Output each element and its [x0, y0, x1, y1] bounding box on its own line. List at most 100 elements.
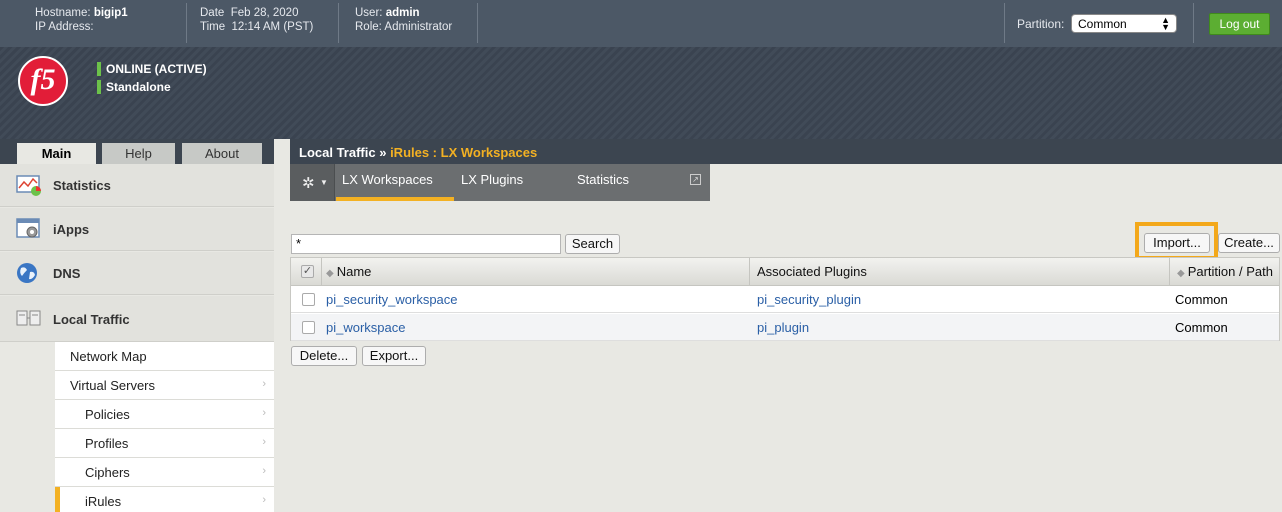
- sidebar: Statistics iApps DNS Local Traffic Netwo…: [0, 164, 274, 512]
- sidebar-label: iApps: [53, 222, 90, 237]
- top-info-bar: Hostname: bigip1 IP Address: Date Feb 28…: [0, 0, 1282, 47]
- divider: [477, 3, 478, 43]
- column-divider: [321, 258, 322, 286]
- divider: [338, 3, 339, 43]
- gear-menu-button[interactable]: ✲ ▼: [290, 164, 335, 201]
- time-label: Time: [200, 21, 226, 33]
- subitem-label: Virtual Servers: [70, 378, 156, 393]
- tab-statistics[interactable]: Statistics ↗: [571, 164, 709, 201]
- breadcrumb-root[interactable]: Local Traffic: [299, 145, 376, 160]
- column-header-plugins: Associated Plugins: [757, 264, 867, 279]
- sidebar-item-local-traffic[interactable]: Local Traffic: [0, 296, 274, 342]
- subitem-label: Network Map: [70, 349, 147, 364]
- host-info: Hostname: bigip1 IP Address:: [35, 6, 128, 34]
- column-label: Name: [336, 264, 372, 279]
- subitem-label: Profiles: [85, 436, 129, 451]
- workspaces-table: ✓ ◆ Name Associated Plugins ◆ Partition / …: [290, 257, 1280, 341]
- f5-logo: f5: [18, 56, 68, 106]
- breadcrumb: Local Traffic » iRules : LX Workspaces: [290, 139, 1282, 164]
- tab-about[interactable]: About: [182, 143, 262, 164]
- sort-icon: ◆: [1177, 268, 1185, 279]
- search-button[interactable]: Search: [565, 234, 620, 254]
- column-header-name[interactable]: ◆ Name: [326, 264, 371, 279]
- sidebar-label: Local Traffic: [53, 312, 130, 327]
- partition-cell: Common: [1175, 320, 1228, 335]
- column-divider: [1169, 258, 1170, 286]
- sidebar-subitem-virtual-servers[interactable]: Virtual Servers ›: [55, 371, 274, 400]
- ip-label: IP Address:: [35, 21, 94, 33]
- divider: [186, 3, 187, 43]
- search-input[interactable]: *: [291, 234, 561, 254]
- statistics-chart-icon: [16, 175, 41, 196]
- logout-button[interactable]: Log out: [1209, 13, 1270, 35]
- chevron-right-icon: ›: [262, 436, 266, 448]
- datetime-info: Date Feb 28, 2020 Time 12:14 AM (PST): [200, 6, 313, 34]
- date-label: Date: [200, 7, 225, 19]
- role-label: Role:: [355, 21, 382, 33]
- subtab-bar: ✲ ▼ LX Workspaces LX Plugins Statistics …: [290, 164, 710, 201]
- table-header: ✓ ◆ Name Associated Plugins ◆ Partition / …: [291, 258, 1279, 286]
- workspace-name-link[interactable]: pi_workspace: [326, 320, 406, 335]
- partition-cell: Common: [1175, 292, 1228, 307]
- tab-label: Statistics: [577, 172, 630, 187]
- sidebar-subitem-policies[interactable]: Policies ›: [55, 400, 274, 429]
- subitem-label: Ciphers: [85, 465, 130, 480]
- export-button[interactable]: Export...: [362, 346, 426, 366]
- row-checkbox[interactable]: [302, 321, 315, 334]
- create-button[interactable]: Create...: [1218, 233, 1280, 253]
- divider: [1004, 3, 1005, 43]
- status-mode: Standalone: [97, 80, 171, 94]
- time-value: 12:14 AM (PST): [231, 21, 314, 33]
- delete-button[interactable]: Delete...: [291, 346, 357, 366]
- hostname-label: Hostname:: [35, 7, 91, 19]
- status-online: ONLINE (ACTIVE): [97, 62, 207, 76]
- sidebar-item-iapps[interactable]: iApps: [0, 208, 274, 251]
- breadcrumb-current: iRules : LX Workspaces: [390, 145, 538, 160]
- hostname-value: bigip1: [93, 7, 128, 19]
- table-row: pi_security_workspace pi_security_plugin…: [291, 286, 1279, 313]
- sidebar-subitem-profiles[interactable]: Profiles ›: [55, 429, 274, 458]
- table-row: pi_workspace pi_plugin Common: [291, 314, 1279, 341]
- sidebar-subitem-network-map[interactable]: Network Map: [55, 342, 274, 371]
- sort-icon: ◆: [326, 268, 334, 279]
- plugin-link[interactable]: pi_plugin: [757, 320, 809, 335]
- import-highlight-box: [1135, 222, 1218, 260]
- iapps-gear-window-icon: [16, 218, 40, 238]
- sidebar-item-dns[interactable]: DNS: [0, 252, 274, 295]
- sidebar-item-statistics[interactable]: Statistics: [0, 164, 274, 207]
- globe-icon: [17, 263, 37, 283]
- breadcrumb-separator: »: [379, 145, 387, 160]
- tab-lx-workspaces[interactable]: LX Workspaces: [336, 164, 454, 201]
- column-label: Partition / Path: [1187, 264, 1273, 279]
- chevron-down-icon: ▼: [320, 178, 328, 187]
- select-arrows-icon: ▲ ▼: [1161, 15, 1170, 32]
- local-traffic-network-icon: [16, 310, 41, 326]
- user-info: User: admin Role: Administrator: [355, 6, 452, 34]
- tab-main[interactable]: Main: [17, 143, 96, 165]
- role-value: Administrator: [384, 21, 453, 33]
- gear-icon: ✲: [302, 175, 315, 192]
- column-header-partition[interactable]: ◆ Partition / Path: [1177, 264, 1273, 279]
- sidebar-subitem-irules[interactable]: iRules ›: [55, 487, 274, 512]
- partition-select[interactable]: Common ▲ ▼: [1071, 14, 1177, 33]
- tab-lx-plugins[interactable]: LX Plugins: [455, 164, 570, 201]
- column-divider: [749, 258, 750, 286]
- plugin-link[interactable]: pi_security_plugin: [757, 292, 861, 307]
- sidebar-subitem-ciphers[interactable]: Ciphers ›: [55, 458, 274, 487]
- row-checkbox[interactable]: [302, 293, 315, 306]
- user-label: User:: [355, 7, 383, 19]
- subitem-label: iRules: [85, 494, 122, 509]
- chevron-right-icon: ›: [262, 494, 266, 506]
- tab-help[interactable]: Help: [102, 143, 175, 164]
- divider: [1193, 3, 1194, 43]
- external-link-icon: ↗: [690, 174, 701, 185]
- date-value: Feb 28, 2020: [230, 7, 299, 19]
- sidebar-tabs: Main Help About: [0, 139, 274, 165]
- subitem-label: Policies: [85, 407, 130, 422]
- chevron-right-icon: ›: [262, 407, 266, 419]
- sidebar-label: Statistics: [53, 178, 111, 193]
- select-all-checkbox[interactable]: ✓: [301, 265, 314, 278]
- user-value: admin: [385, 7, 420, 19]
- workspace-name-link[interactable]: pi_security_workspace: [326, 292, 458, 307]
- sidebar-label: DNS: [53, 266, 81, 281]
